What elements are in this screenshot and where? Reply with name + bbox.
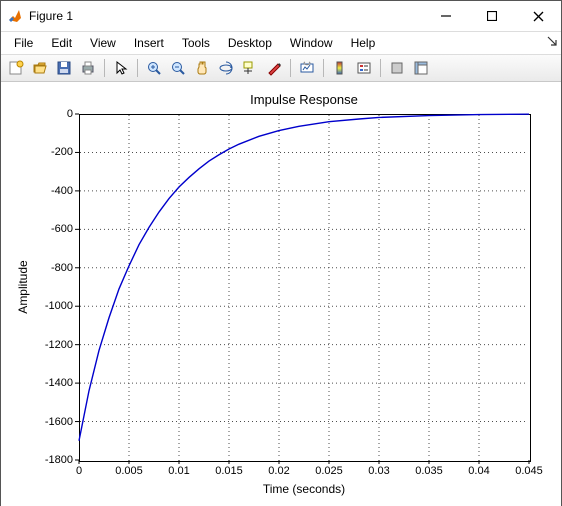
rotate3d-icon[interactable]	[215, 57, 237, 79]
menu-desktop[interactable]: Desktop	[219, 34, 281, 52]
maximize-button[interactable]	[469, 1, 515, 31]
y-tick-label: -1800	[45, 454, 73, 466]
window-title: Figure 1	[29, 9, 73, 23]
insert-colorbar-icon[interactable]	[329, 57, 351, 79]
figure-area: Impulse Response00.0050.010.0150.020.025…	[1, 82, 561, 505]
window-controls	[423, 1, 561, 31]
save-icon[interactable]	[53, 57, 75, 79]
dock-corner-icon[interactable]	[547, 35, 557, 49]
toolbar-separator	[137, 59, 138, 77]
matlab-logo-icon	[7, 8, 23, 24]
titlebar: Figure 1	[1, 1, 561, 32]
menubar: File Edit View Insert Tools Desktop Wind…	[1, 32, 561, 54]
x-tick-label: 0.045	[515, 465, 543, 477]
y-axis-label: Amplitude	[16, 260, 30, 313]
x-tick-label: 0.03	[368, 465, 389, 477]
x-tick-label: 0.025	[315, 465, 343, 477]
y-tick-label: -1000	[45, 300, 73, 312]
y-tick-label: -1200	[45, 339, 73, 351]
brush-icon[interactable]	[263, 57, 285, 79]
x-tick-label: 0.02	[268, 465, 289, 477]
x-tick-label: 0	[76, 465, 82, 477]
figure-window: Figure 1 File Edit View Insert Tools Des…	[0, 0, 562, 506]
menu-tools[interactable]: Tools	[173, 34, 219, 52]
toolbar-separator	[380, 59, 381, 77]
y-tick-label: -800	[51, 262, 73, 274]
pan-icon[interactable]	[191, 57, 213, 79]
toolbar-separator	[323, 59, 324, 77]
toolbar-separator	[104, 59, 105, 77]
series-line	[79, 114, 529, 441]
x-tick-label: 0.035	[415, 465, 443, 477]
x-tick-label: 0.015	[215, 465, 243, 477]
toolbar	[1, 54, 561, 82]
plot-svg	[1, 82, 561, 506]
y-tick-label: -1400	[45, 377, 73, 389]
y-tick-label: -600	[51, 223, 73, 235]
plot-canvas[interactable]: Impulse Response00.0050.010.0150.020.025…	[1, 82, 561, 506]
x-axis-label: Time (seconds)	[263, 482, 345, 496]
y-tick-label: 0	[67, 108, 73, 120]
open-icon[interactable]	[29, 57, 51, 79]
hide-plot-tools-icon[interactable]	[386, 57, 408, 79]
minimize-button[interactable]	[423, 1, 469, 31]
pointer-icon[interactable]	[110, 57, 132, 79]
show-plot-tools-icon[interactable]	[410, 57, 432, 79]
insert-legend-icon[interactable]	[353, 57, 375, 79]
y-tick-label: -200	[51, 146, 73, 158]
y-tick-label: -400	[51, 185, 73, 197]
x-tick-label: 0.04	[468, 465, 489, 477]
menu-file[interactable]: File	[5, 34, 42, 52]
menu-insert[interactable]: Insert	[125, 34, 173, 52]
new-figure-icon[interactable]	[5, 57, 27, 79]
print-icon[interactable]	[77, 57, 99, 79]
x-tick-label: 0.01	[168, 465, 189, 477]
zoom-out-icon[interactable]	[167, 57, 189, 79]
close-button[interactable]	[515, 1, 561, 31]
x-tick-label: 0.005	[115, 465, 143, 477]
link-plot-icon[interactable]	[296, 57, 318, 79]
data-cursor-icon[interactable]	[239, 57, 261, 79]
toolbar-separator	[290, 59, 291, 77]
menu-help[interactable]: Help	[342, 34, 385, 52]
y-tick-label: -1600	[45, 416, 73, 428]
zoom-in-icon[interactable]	[143, 57, 165, 79]
menu-edit[interactable]: Edit	[42, 34, 81, 52]
menu-view[interactable]: View	[81, 34, 125, 52]
menu-window[interactable]: Window	[281, 34, 342, 52]
